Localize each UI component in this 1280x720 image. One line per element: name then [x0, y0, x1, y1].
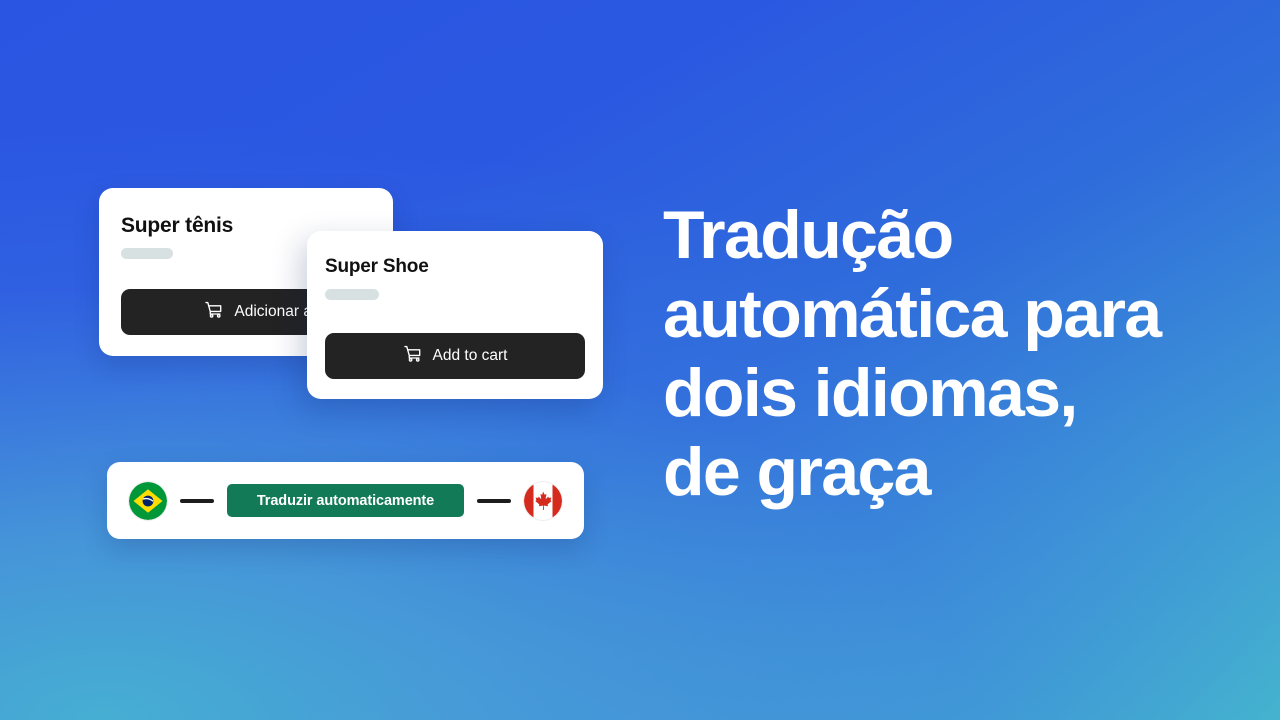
- brazil-flag-icon: [129, 481, 167, 520]
- add-to-cart-button-english[interactable]: Add to cart: [325, 333, 585, 379]
- translation-bar: Traduzir automaticamente: [107, 462, 584, 539]
- product-card-english: Super Shoe Add to cart: [307, 231, 603, 399]
- connector-line-right: [477, 498, 511, 503]
- connector-line-left: [180, 498, 214, 503]
- translate-button-label: Traduzir automaticamente: [256, 492, 435, 509]
- page-title: Tradução automática para dois idiomas, d…: [663, 197, 1162, 510]
- shopping-cart-icon: [204, 300, 223, 324]
- shopping-cart-icon: [403, 344, 422, 368]
- product-title: Super Shoe: [325, 256, 429, 277]
- add-to-cart-label: Add to cart: [432, 347, 508, 364]
- canada-flag-icon: [524, 481, 562, 520]
- hero-banner: Super tênis Adicionar ao Super Shoe Add …: [0, 0, 1280, 720]
- translate-automatically-button[interactable]: Traduzir automaticamente: [227, 484, 464, 517]
- price-placeholder-pill: [121, 248, 173, 260]
- price-placeholder-pill: [325, 288, 379, 300]
